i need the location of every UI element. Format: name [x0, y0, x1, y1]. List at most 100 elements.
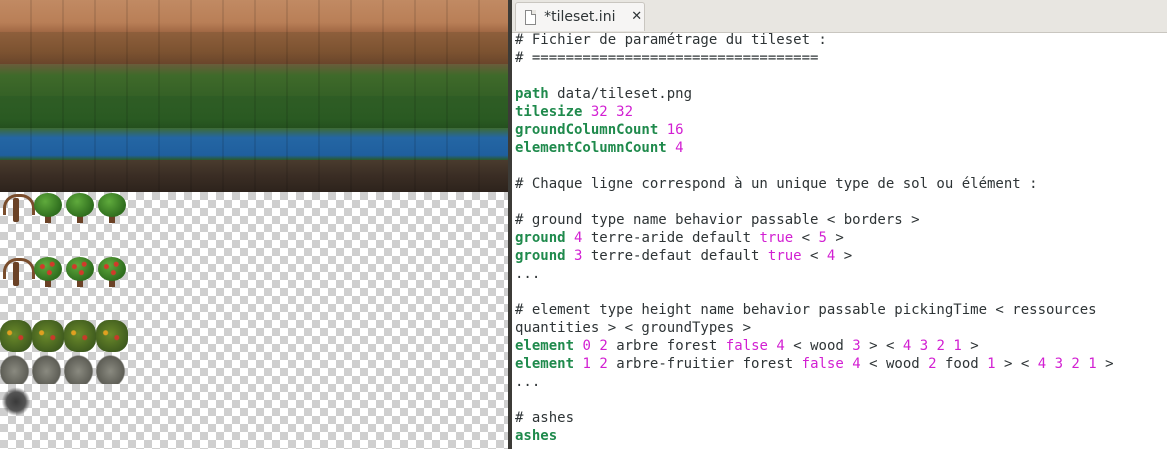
keyword-token: element — [515, 338, 575, 354]
tileset-image-preview — [0, 0, 508, 449]
value-token: 4 — [852, 356, 861, 372]
value-token: false — [801, 356, 844, 372]
keyword-token: groundColumnCount — [515, 122, 659, 138]
bush-tile — [0, 320, 32, 352]
value-token: false — [725, 338, 768, 354]
keyword-token: ground — [515, 230, 566, 246]
close-icon[interactable]: ✕ — [629, 9, 644, 25]
tab-bar: *tileset.ini ✕ — [512, 0, 1167, 33]
text-token: < — [801, 248, 827, 264]
code-line: tilesize 32 32 — [515, 103, 1114, 121]
keyword-token: element — [515, 356, 575, 372]
text-token: data/tileset.png — [548, 86, 693, 102]
ground-tile-row-grass-edge — [0, 64, 508, 96]
code-line: ground 3 terre-defaut default true < 4 > — [515, 247, 1114, 265]
code-line: groundColumnCount 16 — [515, 121, 1114, 139]
text-token: > — [826, 230, 844, 246]
code-line: ... — [515, 373, 1114, 391]
text-token: food — [936, 356, 988, 372]
text-token: < wood — [784, 338, 853, 354]
keyword-token: tilesize — [515, 104, 583, 120]
value-token: 4 3 2 1 — [902, 338, 962, 354]
text-token: arbre forest — [607, 338, 726, 354]
value-token: 4 — [675, 140, 684, 156]
code-line: # element type height name behavior pass… — [515, 301, 1114, 319]
comment-token: # ashes — [515, 410, 575, 426]
fruit-tree-tile — [32, 256, 64, 288]
text-token: terre-defaut default — [582, 248, 768, 264]
value-token: true — [767, 248, 802, 264]
text-token: < — [793, 230, 819, 246]
comment-token: quantities > < groundTypes > — [515, 320, 752, 336]
text-token: ... — [515, 374, 541, 390]
code-line: # ground type name behavior passable < b… — [515, 211, 1114, 229]
text-token: ... — [515, 266, 541, 282]
text-token: > — [835, 248, 853, 264]
value-token: 4 3 2 1 — [1037, 356, 1097, 372]
value-token: 3 — [852, 338, 861, 354]
value-token: 32 — [616, 104, 634, 120]
ground-tile-row-dirt — [0, 32, 508, 64]
dead-tree-tile — [0, 256, 35, 288]
ground-tile-row-dark-soil — [0, 160, 508, 192]
code-line: # ================================== — [515, 49, 1114, 67]
value-token: 4 — [776, 338, 785, 354]
code-line: ground 4 terre-aride default true < 5 > — [515, 229, 1114, 247]
comment-token: # ================================== — [515, 50, 819, 66]
text-token: > — [1096, 356, 1114, 372]
ground-tile-row-water — [0, 128, 508, 160]
value-token: 0 — [582, 338, 591, 354]
rock-tile — [32, 352, 64, 384]
keyword-token: path — [515, 86, 549, 102]
tree-tile — [32, 192, 64, 224]
text-token: > < — [995, 356, 1038, 372]
text-token: terre-aride default — [582, 230, 760, 246]
rock-tile — [64, 352, 96, 384]
code-line: quantities > < groundTypes > — [515, 319, 1114, 337]
text-editor: *tileset.ini ✕ # Fichier de paramétrage … — [512, 0, 1167, 449]
keyword-token: ashes — [515, 428, 558, 444]
value-token: 2 — [599, 356, 608, 372]
ground-tile-row-grass — [0, 96, 508, 128]
rock-tile — [96, 352, 128, 384]
code-line: # Chaque ligne correspond à un unique ty… — [515, 175, 1114, 193]
code-line: element 1 2 arbre-fruitier forest false … — [515, 355, 1114, 373]
comment-token: # Chaque ligne correspond à un unique ty… — [515, 176, 1038, 192]
code-text-area[interactable]: # Fichier de paramétrage du tileset : # =… — [515, 31, 1114, 445]
bush-tile — [96, 320, 128, 352]
fruit-tree-tile — [96, 256, 128, 288]
document-icon — [525, 9, 537, 25]
code-line: # ashes — [515, 409, 1114, 427]
comment-token: # ground type name behavior passable < b… — [515, 212, 920, 228]
tab-tileset-ini[interactable]: *tileset.ini ✕ — [515, 2, 645, 31]
text-token: > < — [860, 338, 903, 354]
text-token: > — [961, 338, 979, 354]
keyword-token: ground — [515, 248, 566, 264]
tab-title: *tileset.ini — [544, 9, 616, 25]
comment-token: # Fichier de paramétrage du tileset : — [515, 32, 827, 48]
fruit-tree-tile — [64, 256, 96, 288]
tree-tile — [96, 192, 128, 224]
value-token: true — [759, 230, 794, 246]
dead-tree-tile — [0, 192, 35, 224]
value-token: 2 — [928, 356, 937, 372]
value-token: 32 — [590, 104, 608, 120]
text-token: arbre-fruitier forest — [607, 356, 802, 372]
code-line: elementColumnCount 4 — [515, 139, 1114, 157]
ashes-tile — [0, 384, 32, 416]
ground-tile-row-arid — [0, 0, 508, 32]
value-token: 16 — [666, 122, 684, 138]
rock-tile — [0, 352, 32, 384]
